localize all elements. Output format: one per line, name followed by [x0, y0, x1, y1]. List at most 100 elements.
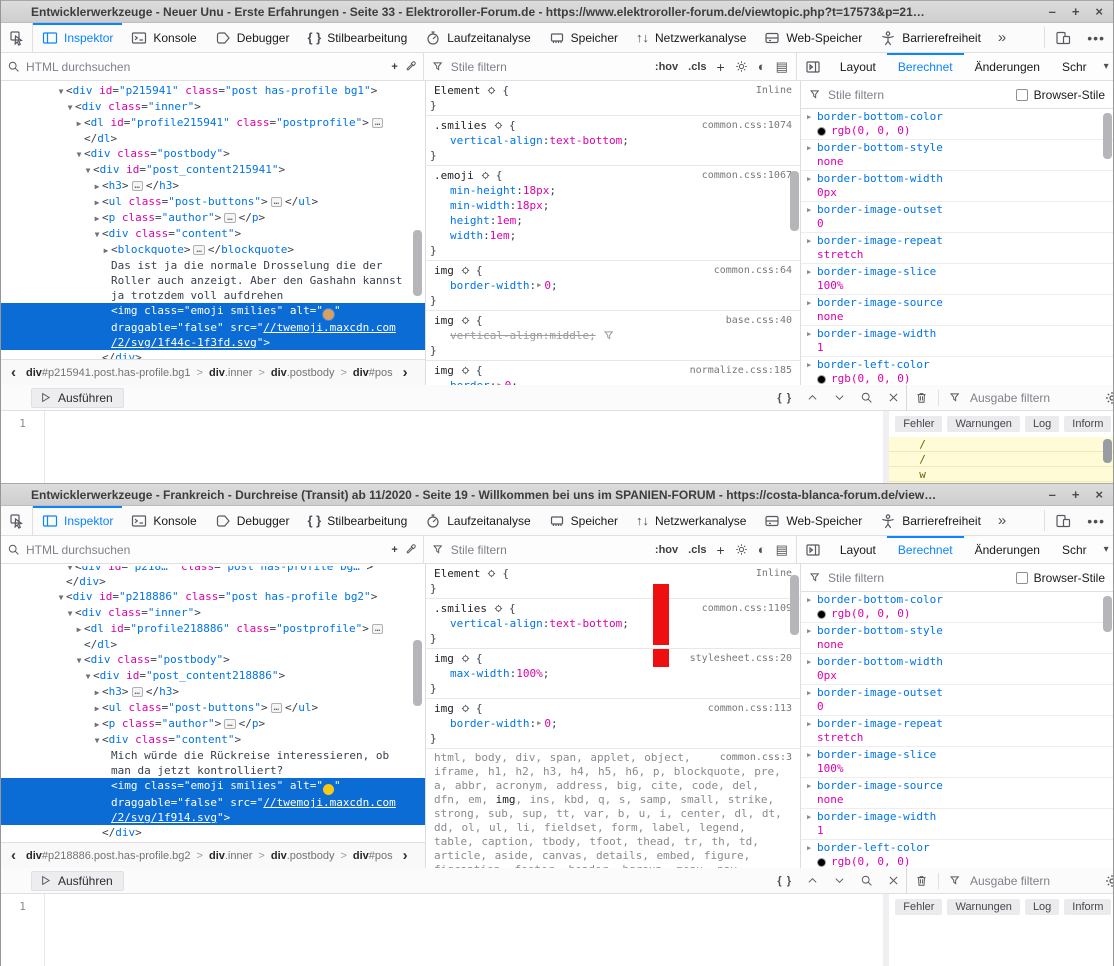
expand-arrow[interactable]: ▶ [92, 195, 102, 210]
expand-arrow[interactable]: ▼ [56, 84, 66, 99]
breadcrumb-item[interactable]: div.postbody [267, 367, 339, 379]
markup-line[interactable]: ▶<p class="author">…</p> [1, 716, 425, 732]
computed-property[interactable]: ▶border-image-repeatstretch [801, 233, 1113, 264]
markup-line[interactable]: </div> [1, 840, 425, 842]
filter-chip-informationen[interactable]: Inform [1064, 899, 1111, 915]
expand-arrow[interactable]: ▼ [74, 147, 84, 162]
css-declaration-overridden[interactable]: vertical-align: middle; [426, 328, 800, 343]
editor-area[interactable] [45, 411, 883, 483]
add-node-button[interactable]: + [391, 544, 397, 556]
previous-chevron-icon[interactable] [806, 391, 819, 404]
computed-property[interactable]: ▶border-image-sourcenone [801, 295, 1113, 326]
pseudo-class-button[interactable]: :hov [655, 544, 678, 556]
tab-stilbearbeitung[interactable]: { }Stilbearbeitung [298, 506, 416, 535]
computed-property[interactable]: ▶border-bottom-width0px [801, 171, 1113, 202]
expand-arrow[interactable]: ▶ [807, 748, 817, 762]
expand-arrow[interactable]: ▼ [56, 590, 66, 605]
light-theme-icon[interactable] [735, 60, 748, 73]
rule-selector[interactable]: .emoji [434, 168, 474, 183]
markup-line[interactable]: </dl> [1, 131, 425, 146]
tab-konsole[interactable]: Konsole [122, 506, 205, 535]
sidebar-dock-button[interactable] [797, 59, 829, 75]
html-search-input[interactable]: HTML durchsuchen + [1, 53, 424, 80]
expand-shorthand-arrow[interactable]: ▶ [537, 716, 541, 731]
expand-arrow[interactable]: ▶ [807, 296, 817, 310]
rule-source-link[interactable]: common.css:1067 [702, 168, 800, 183]
markup-text-line[interactable]: Das ist ja die normale Drosselung die de… [1, 258, 425, 273]
tab-netzwerkanalyse[interactable]: ↑↓Netzwerkanalyse [627, 506, 755, 535]
breadcrumb-item[interactable]: div.inner [205, 850, 256, 862]
computed-property[interactable]: ▶border-image-repeatstretch [801, 716, 1113, 747]
minimize-button[interactable]: – [1049, 5, 1056, 18]
markup-line-clipped[interactable]: ▼<div id="p218…" class="post has-profile… [1, 566, 425, 574]
css-declaration[interactable]: vertical-align: text-bottom; [426, 616, 800, 631]
markup-line[interactable]: </dl> [1, 637, 425, 652]
rule-selector[interactable]: img [434, 651, 454, 666]
tab-web-speicher[interactable]: Web-Speicher [755, 506, 871, 535]
trash-icon[interactable] [915, 391, 928, 404]
add-rule-button[interactable]: + [717, 59, 725, 75]
titlebar[interactable]: Entwicklerwerkzeuge - Neuer Unu - Erste … [1, 0, 1113, 23]
eyedropper-icon[interactable] [404, 543, 417, 556]
dark-theme-icon[interactable]: ◐ [758, 59, 766, 74]
sidebar-tabs-dropdown[interactable]: ▾ [1098, 544, 1113, 555]
overridden-filter-icon[interactable] [603, 329, 616, 342]
markup-line[interactable]: ▼<div class="content"> [1, 226, 425, 242]
style-filter-input[interactable]: Stile filtern :hov .cls + ◐ ▤ [424, 536, 797, 563]
expand-shorthand-arrow[interactable]: ▶ [497, 378, 501, 385]
rules-scrollbar[interactable] [790, 575, 799, 635]
tab-debugger[interactable]: Debugger [206, 506, 299, 535]
breadcrumb-item[interactable]: div#p215941.post.has-profile.bg1 [22, 367, 195, 379]
expand-arrow[interactable]: ▶ [92, 717, 102, 732]
sidebar-dock-button[interactable] [797, 542, 829, 558]
css-declaration[interactable]: min-height: 18px; [426, 183, 800, 198]
rule-source-link[interactable]: common.css:1074 [702, 118, 800, 133]
markup-line[interactable]: ▶<ul class="post-buttons">…</ul> [1, 700, 425, 716]
sidebar-tab-layout[interactable]: Layout [829, 536, 887, 563]
run-button[interactable]: Ausführen [31, 388, 124, 408]
breadcrumb-prev-button[interactable]: ‹ [5, 847, 22, 864]
markup-text-line[interactable]: Mich würde die Rückreise interessieren, … [1, 748, 425, 763]
breadcrumb-item[interactable]: div.inner [205, 367, 256, 379]
markup-line[interactable]: ▼<div id="p215941" class="post has-profi… [1, 83, 425, 99]
markup-line[interactable]: ▶<blockquote>…</blockquote> [1, 242, 425, 258]
responsive-mode-button[interactable] [1047, 506, 1079, 535]
tab-speicher[interactable]: Speicher [540, 23, 627, 52]
expand-arrow[interactable]: ▼ [92, 227, 102, 242]
more-tabs-button[interactable]: » [990, 23, 1014, 52]
expand-arrow[interactable]: ▼ [83, 669, 93, 684]
css-declaration[interactable]: border-width: ▶0; [426, 716, 800, 731]
breadcrumb-item[interactable]: div.postbody [267, 850, 339, 862]
selector-list-rule[interactable]: common.css:3html, body, div, span, apple… [426, 749, 800, 868]
computed-property[interactable]: ▶border-image-slice100% [801, 747, 1113, 778]
filter-chip-warnungen[interactable]: Warnungen [947, 416, 1019, 432]
selector-highlighter-icon[interactable] [459, 364, 472, 377]
markup-line[interactable]: ▼<div class="postbody"> [1, 146, 425, 162]
expand-arrow[interactable]: ▶ [74, 116, 84, 131]
markup-line[interactable]: ▼<div class="content"> [1, 732, 425, 748]
breadcrumb-prev-button[interactable]: ‹ [5, 364, 22, 381]
tab-konsole[interactable]: Konsole [122, 23, 205, 52]
expand-arrow[interactable]: ▶ [74, 622, 84, 637]
expand-arrow[interactable]: ▶ [92, 685, 102, 700]
markup-scrollbar[interactable] [413, 640, 422, 706]
previous-chevron-icon[interactable] [806, 874, 819, 887]
computed-property[interactable]: ▶border-image-width1 [801, 326, 1113, 357]
expand-arrow[interactable]: ▶ [807, 327, 817, 341]
filter-chip-fehler[interactable]: Fehler [895, 899, 942, 915]
trash-icon[interactable] [915, 874, 928, 887]
breadcrumb-item[interactable]: div#p218886.post.has-profile.bg2 [22, 850, 195, 862]
node-picker-button[interactable] [1, 23, 33, 52]
rule-source-link[interactable]: normalize.css:185 [690, 363, 800, 378]
selector-highlighter-icon[interactable] [492, 602, 505, 615]
markup-line[interactable]: </div> [1, 825, 425, 840]
print-simulation-icon[interactable]: ▤ [776, 59, 788, 75]
computed-property[interactable]: ▶border-image-width1 [801, 809, 1113, 840]
close-editor-icon[interactable] [887, 874, 900, 887]
markup-line[interactable]: ▶<dl id="profile218886" class="postprofi… [1, 621, 425, 637]
expand-shorthand-arrow[interactable]: ▶ [537, 278, 541, 293]
sidebar-tab-layout[interactable]: Layout [829, 53, 887, 80]
tab-barrierefreiheit[interactable]: Barrierefreiheit [871, 23, 990, 52]
pseudo-class-button[interactable]: :hov [655, 61, 678, 73]
rule-selector[interactable]: .smilies [434, 601, 487, 616]
